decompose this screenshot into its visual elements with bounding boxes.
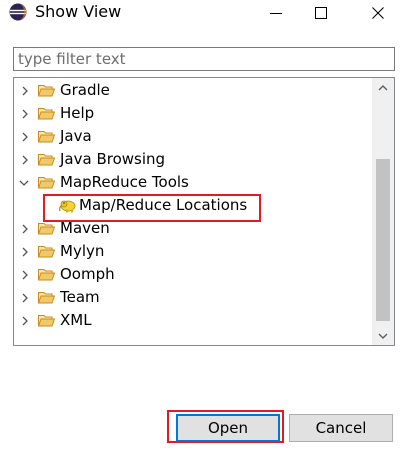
scroll-thumb[interactable]	[376, 159, 390, 321]
chevron-down-icon[interactable]	[19, 177, 29, 189]
tree-item-java-browsing[interactable]: Java Browsing	[14, 148, 372, 171]
scroll-down-button[interactable]	[372, 327, 394, 345]
folder-icon	[38, 246, 55, 258]
folder-icon	[38, 85, 55, 97]
vertical-scrollbar[interactable]	[372, 78, 394, 345]
title-bar: Show View	[0, 0, 408, 25]
tree-item-label: Team	[60, 288, 100, 306]
chevron-right-icon[interactable]	[20, 246, 30, 258]
chevron-right-icon[interactable]	[20, 315, 30, 327]
tree-item-label: Maven	[60, 219, 110, 237]
chevron-right-icon[interactable]	[20, 292, 30, 304]
tree-item-label: Mylyn	[60, 242, 105, 260]
chevron-right-icon[interactable]	[20, 85, 30, 97]
tree-item-label: XML	[60, 311, 92, 329]
tree-item-java[interactable]: Java	[14, 125, 372, 148]
folder-icon	[38, 292, 55, 304]
filter-box	[13, 47, 395, 71]
tree-item-maven[interactable]: Maven	[14, 217, 372, 240]
tree-item-help[interactable]: Help	[14, 102, 372, 125]
close-button[interactable]	[355, 0, 401, 25]
tree-item-oomph[interactable]: Oomph	[14, 263, 372, 286]
folder-icon	[38, 269, 55, 281]
folder-icon	[38, 315, 55, 327]
folder-open-icon	[38, 177, 55, 189]
chevron-right-icon[interactable]	[20, 223, 30, 235]
minimize-icon	[270, 12, 282, 14]
tree-item-team[interactable]: Team	[14, 286, 372, 309]
scroll-up-button[interactable]	[372, 78, 394, 96]
tree-item-label: Oomph	[60, 265, 115, 283]
close-icon	[372, 6, 384, 19]
filter-input[interactable]	[14, 48, 394, 70]
folder-icon	[38, 154, 55, 166]
eclipse-icon	[9, 3, 27, 21]
view-tree: Gradle Help Java Java Browsing MapReduce…	[13, 77, 395, 346]
tree-item-gradle[interactable]: Gradle	[14, 79, 372, 102]
chevron-right-icon[interactable]	[20, 154, 30, 166]
tree-item-label: Gradle	[60, 81, 110, 99]
chevron-down-icon	[378, 333, 388, 339]
window-title: Show View	[35, 2, 122, 21]
tree-item-label: Java	[60, 127, 92, 145]
folder-icon	[38, 108, 55, 120]
cancel-button[interactable]: Cancel	[289, 414, 393, 442]
tree-item-xml[interactable]: XML	[14, 309, 372, 332]
chevron-right-icon[interactable]	[20, 108, 30, 120]
open-button[interactable]: Open	[176, 414, 280, 442]
folder-icon	[38, 223, 55, 235]
tree-item-label: Java Browsing	[60, 150, 166, 168]
maximize-icon	[315, 6, 327, 19]
tree-item-label: Help	[60, 104, 95, 122]
chevron-up-icon	[378, 84, 388, 90]
folder-icon	[38, 131, 55, 143]
maximize-button[interactable]	[298, 0, 344, 25]
tree-item-label: MapReduce Tools	[60, 173, 189, 191]
minimize-button[interactable]	[253, 0, 299, 25]
chevron-right-icon[interactable]	[20, 131, 30, 143]
chevron-right-icon[interactable]	[20, 269, 30, 281]
tree-item-mapreduce-tools[interactable]: MapReduce Tools	[14, 171, 372, 194]
tree-item-mylyn[interactable]: Mylyn	[14, 240, 372, 263]
